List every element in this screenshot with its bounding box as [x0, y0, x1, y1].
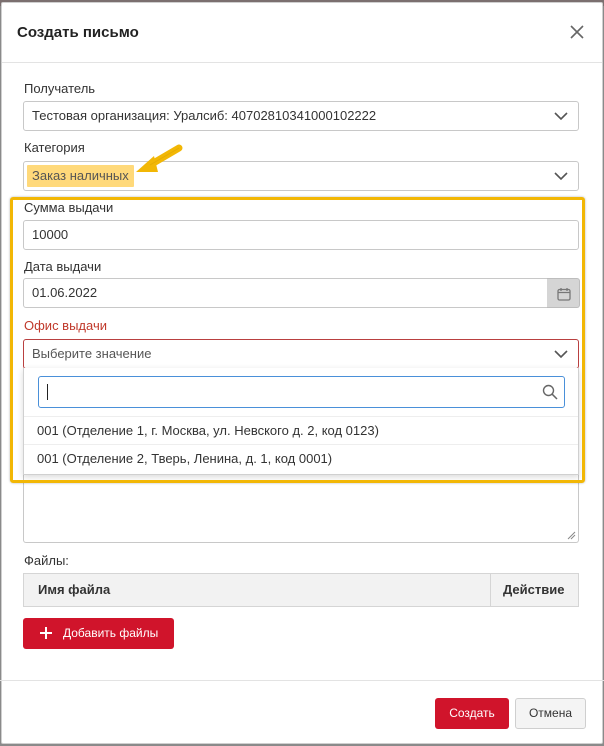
- office-dropdown: 001 (Отделение 1, г. Москва, ул. Невског…: [23, 368, 579, 475]
- calendar-button[interactable]: [547, 278, 580, 308]
- date-label: Дата выдачи: [24, 259, 102, 274]
- dialog-title: Создать письмо: [17, 24, 139, 41]
- create-button[interactable]: Создать: [435, 698, 509, 729]
- add-files-label: Добавить файлы: [63, 626, 159, 640]
- recipient-select[interactable]: Тестовая организация: Уралсиб: 407028103…: [23, 101, 579, 131]
- column-header-action: Действие: [490, 574, 579, 606]
- add-files-button[interactable]: Добавить файлы: [23, 618, 174, 649]
- close-icon: [570, 25, 584, 39]
- recipient-label: Получатель: [24, 81, 96, 96]
- annotation-arrow-icon: [136, 144, 183, 172]
- office-label: Офис выдачи: [24, 318, 107, 333]
- date-input[interactable]: 01.06.2022: [23, 278, 548, 308]
- resize-grip-icon: [567, 531, 576, 540]
- chevron-down-icon: [554, 350, 568, 359]
- amount-value: 10000: [32, 227, 69, 242]
- comment-textarea[interactable]: [23, 475, 579, 543]
- category-select[interactable]: Заказ наличных: [23, 161, 579, 191]
- text-caret: [47, 384, 48, 400]
- cancel-button[interactable]: Отмена: [515, 698, 586, 729]
- dialog-footer: [0, 680, 604, 681]
- search-icon: [542, 384, 558, 400]
- dialog-header: Создать письмо: [2, 3, 602, 63]
- office-placeholder: Выберите значение: [32, 346, 152, 361]
- office-option[interactable]: 001 (Отделение 1, г. Москва, ул. Невског…: [24, 416, 578, 444]
- files-label: Файлы:: [24, 553, 69, 568]
- amount-input[interactable]: 10000: [23, 220, 579, 250]
- amount-label: Сумма выдачи: [24, 200, 114, 215]
- office-option[interactable]: 001 (Отделение 2, Тверь, Ленина, д. 1, к…: [24, 444, 578, 472]
- calendar-icon: [557, 288, 571, 301]
- office-select[interactable]: Выберите значение: [23, 339, 579, 369]
- chevron-down-icon: [554, 112, 568, 121]
- files-table: Имя файла Действие: [23, 573, 579, 607]
- category-value: Заказ наличных: [27, 165, 134, 187]
- chevron-down-icon: [554, 172, 568, 181]
- date-value: 01.06.2022: [32, 285, 98, 300]
- category-label: Категория: [24, 140, 85, 155]
- plus-icon: [40, 627, 52, 639]
- office-search-input[interactable]: [38, 376, 565, 408]
- column-header-file-name: Имя файла: [38, 582, 111, 597]
- close-button[interactable]: [566, 21, 588, 43]
- recipient-value: Тестовая организация: Уралсиб: 407028103…: [32, 108, 377, 123]
